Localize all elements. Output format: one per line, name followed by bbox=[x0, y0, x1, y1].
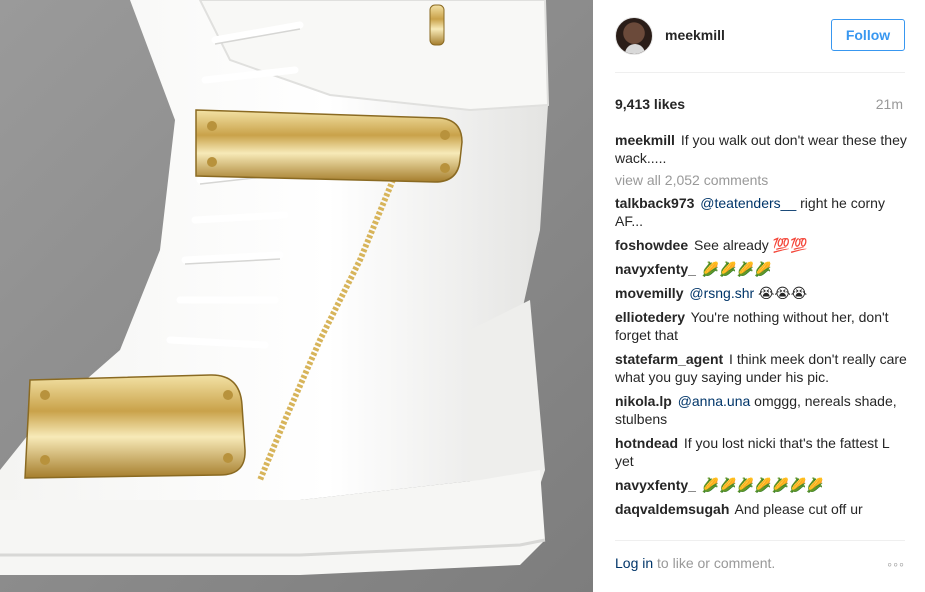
comment-author[interactable]: navyxfenty_ bbox=[615, 477, 696, 493]
follow-button[interactable]: Follow bbox=[831, 19, 905, 51]
post-sidebar: meekmill Follow 9,413 likes 21m meekmill… bbox=[593, 0, 925, 592]
comment-mention[interactable]: @teatenders__ bbox=[700, 195, 796, 211]
more-options-icon[interactable]: ◦◦◦ bbox=[887, 556, 905, 572]
caption-author[interactable]: meekmill bbox=[615, 132, 675, 148]
comment-item: daqvaldemsugah And please cut off ur bbox=[615, 500, 909, 518]
comment-item: nikola.lp @anna.una omggg, nereals shade… bbox=[615, 392, 909, 428]
comment-item: elliotedery You're nothing without her, … bbox=[615, 308, 909, 344]
comment-item: navyxfenty_ 🌽🌽🌽🌽🌽🌽🌽 bbox=[615, 476, 909, 494]
likes-count[interactable]: 9,413 likes bbox=[615, 96, 685, 112]
login-prompt: Log in to like or comment. bbox=[615, 555, 775, 571]
comment-text: 🌽🌽🌽🌽🌽🌽🌽 bbox=[701, 477, 824, 493]
comment-item: movemilly @rsng.shr 😭😭😭 bbox=[615, 284, 909, 302]
comment-author[interactable]: hotndead bbox=[615, 435, 678, 451]
view-all-comments-link[interactable]: view all 2,052 comments bbox=[615, 171, 909, 189]
username-link[interactable]: meekmill bbox=[665, 27, 725, 43]
post-header: meekmill Follow bbox=[593, 0, 925, 72]
comment-author[interactable]: movemilly bbox=[615, 285, 683, 301]
avatar[interactable] bbox=[615, 17, 653, 55]
comment-text: 🌽🌽🌽🌽 bbox=[701, 261, 772, 277]
post-caption: meekmill If you walk out don't wear thes… bbox=[615, 131, 909, 167]
comment-item: talkback973 @teatenders__ right he corny… bbox=[615, 194, 909, 230]
comment-mention[interactable]: @anna.una bbox=[678, 393, 751, 409]
comment-author[interactable]: foshowdee bbox=[615, 237, 688, 253]
comment-author[interactable]: navyxfenty_ bbox=[615, 261, 696, 277]
comment-item: statefarm_agent I think meek don't reall… bbox=[615, 350, 909, 386]
instagram-post: meekmill Follow 9,413 likes 21m meekmill… bbox=[0, 0, 925, 592]
comment-author[interactable]: daqvaldemsugah bbox=[615, 501, 729, 517]
comment-item: navyxfenty_ 🌽🌽🌽🌽 bbox=[615, 260, 909, 278]
post-photo[interactable] bbox=[0, 0, 593, 592]
login-prompt-text: to like or comment. bbox=[653, 555, 776, 571]
login-link[interactable]: Log in bbox=[615, 555, 653, 571]
comment-text: 😭😭😭 bbox=[754, 285, 808, 301]
comment-item: foshowdee See already 💯💯 bbox=[615, 236, 909, 254]
comment-author[interactable]: talkback973 bbox=[615, 195, 694, 211]
sneaker-image bbox=[0, 0, 593, 592]
timestamp[interactable]: 21m bbox=[876, 96, 903, 112]
divider bbox=[615, 540, 905, 541]
comment-text: See already 💯💯 bbox=[694, 237, 808, 253]
comment-mention[interactable]: @rsng.shr bbox=[689, 285, 754, 301]
comment-item: hotndead If you lost nicki that's the fa… bbox=[615, 434, 909, 470]
divider bbox=[615, 72, 905, 73]
comment-text: And please cut off ur bbox=[734, 501, 863, 517]
comment-author[interactable]: nikola.lp bbox=[615, 393, 672, 409]
comment-author[interactable]: elliotedery bbox=[615, 309, 685, 325]
comment-author[interactable]: statefarm_agent bbox=[615, 351, 723, 367]
comments-list[interactable]: meekmill If you walk out don't wear thes… bbox=[615, 131, 909, 528]
